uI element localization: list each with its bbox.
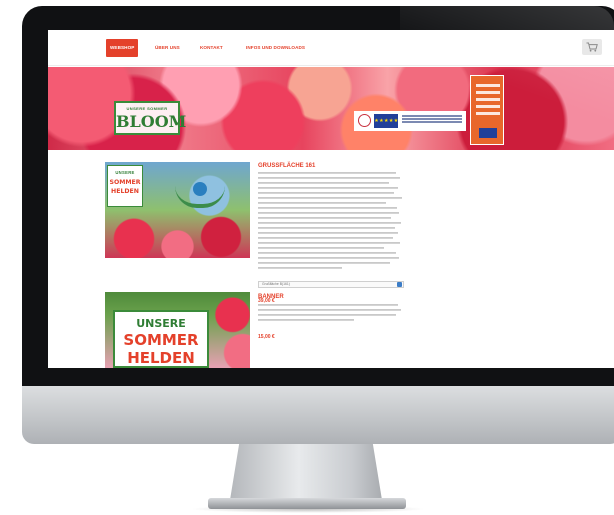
product-description-banner: [258, 304, 404, 330]
nav-webshop[interactable]: WEBSHOP: [106, 39, 139, 57]
nav-ueber-uns[interactable]: ÜBER UNS: [155, 42, 180, 54]
product-logo-line-2: SOMMER: [109, 179, 141, 186]
nav-kontakt[interactable]: KONTAKT: [200, 42, 223, 54]
nav-infos-downloads[interactable]: INFOS UND DOWNLOADS: [246, 42, 305, 54]
eu-funding-badge: ★ ★ ★ ★ ★: [354, 111, 466, 131]
seal-icon: [358, 114, 371, 127]
chevron-down-icon: [397, 282, 402, 287]
product-image-grussflaeche[interactable]: UNSERE SOMMER HELDEN: [105, 162, 250, 258]
eu-badge-text-lines: [402, 115, 462, 125]
banner-sign-line-1: UNSERE: [136, 317, 186, 330]
monitor-chin: [22, 386, 614, 444]
banner-sign-line-2: SOMMER: [123, 331, 199, 349]
logo-tagline: UNSERE SOMMER: [126, 106, 168, 111]
browser-screen: WEBSHOP ÜBER UNS KONTAKT INFOS UND DOWNL…: [48, 30, 614, 368]
eu-flag-icon: ★ ★ ★ ★ ★: [374, 114, 398, 128]
product-logo-line-1: UNSERE: [115, 170, 135, 175]
description-text-lines: [258, 172, 402, 269]
product-logo: UNSERE SOMMER HELDEN: [107, 165, 143, 207]
logo-wordmark: BLOOM: [116, 112, 187, 131]
eu-flag-stars: ★ ★ ★ ★ ★: [374, 118, 398, 124]
banner-sign: UNSERE SOMMER HELDEN: [113, 310, 209, 368]
monitor-stand: [230, 444, 382, 500]
product-title-banner[interactable]: BANNER: [258, 294, 284, 300]
monitor-bezel-bottom: [22, 368, 614, 386]
product-variant-select[interactable]: Grußfläche B(161): [258, 281, 404, 288]
eu-flag-icon: [479, 128, 497, 138]
promo-tag: [470, 75, 504, 145]
product-description: [258, 172, 404, 278]
hero-banner: UNSERE SOMMER BLOOM ★ ★ ★ ★ ★: [48, 67, 614, 150]
banner-sign-line-3: HELDEN: [127, 349, 195, 367]
product-title[interactable]: GRUSSFLÄCHE 161: [258, 163, 315, 169]
top-navigation: WEBSHOP ÜBER UNS KONTAKT INFOS UND DOWNL…: [48, 30, 614, 66]
brand-logo: UNSERE SOMMER BLOOM: [114, 101, 187, 135]
product-variant-value: Grußfläche B(161): [262, 282, 290, 286]
product-image-banner[interactable]: UNSERE SOMMER HELDEN: [105, 292, 250, 368]
description-text-lines: [258, 304, 401, 321]
product-price-banner: 15,00 €: [258, 334, 275, 340]
monitor-stand-base: [208, 498, 406, 509]
cart-button[interactable]: [582, 39, 602, 55]
product-logo-line-3: HELDEN: [111, 188, 139, 195]
child-figure: [193, 182, 207, 196]
shopping-cart-icon: [586, 42, 598, 52]
